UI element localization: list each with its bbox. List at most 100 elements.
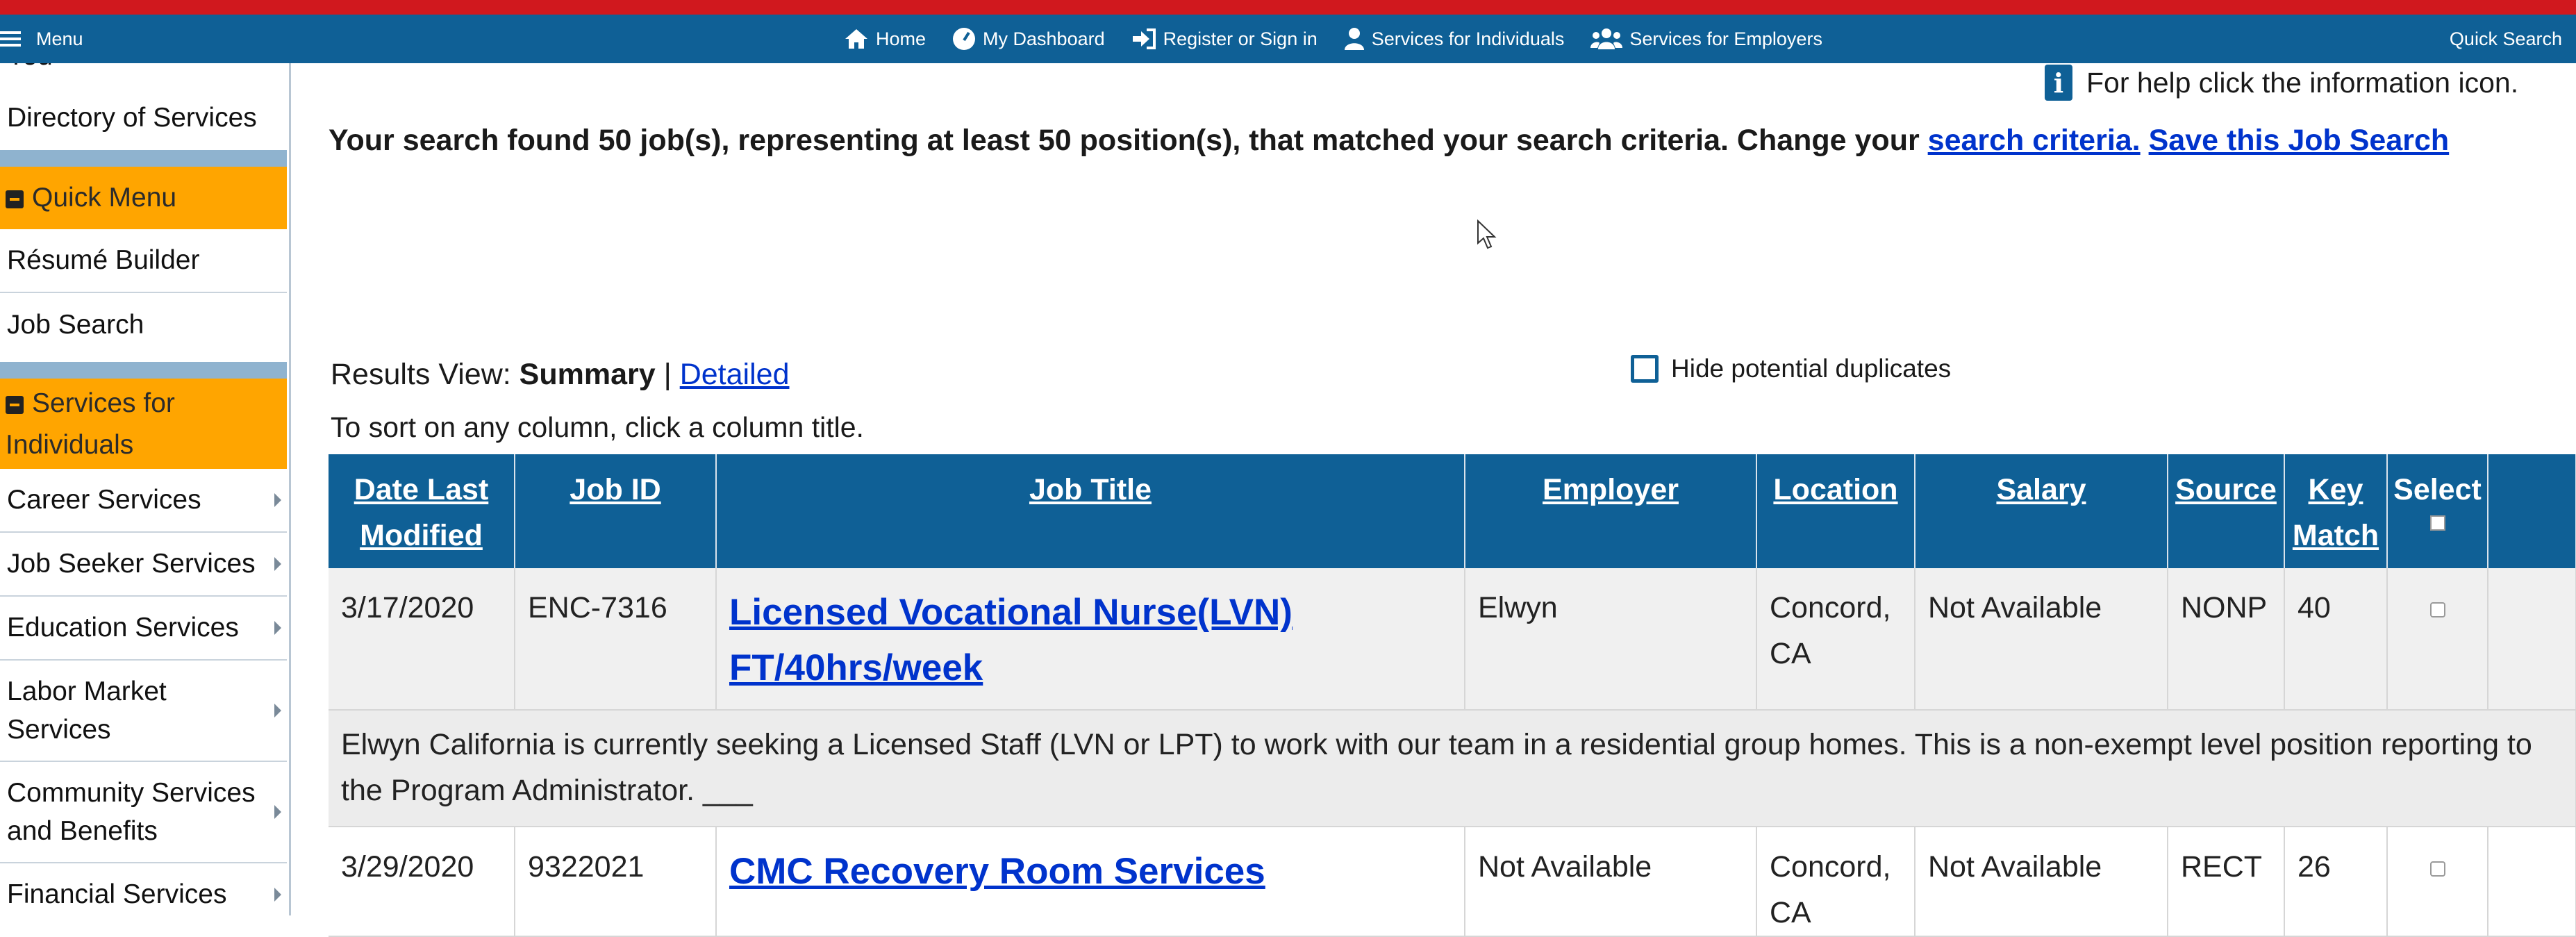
nav-employers-label: Services for Employers [1629, 28, 1822, 49]
job-title-link[interactable]: CMC Recovery Room Services [729, 851, 1265, 892]
top-alert-strip [0, 0, 2576, 15]
search-summary-text: Your search found 50 job(s), representin… [329, 124, 1920, 157]
results-view-toggle: Results View: Summary | Detailed [331, 358, 789, 392]
services-title: Services for Individuals [6, 388, 175, 460]
sign-in-icon [1132, 28, 1156, 49]
cell-date: 3/17/2020 [329, 568, 515, 711]
quick-menu-title: Quick Menu [32, 183, 177, 213]
col-select-header: Select [2387, 454, 2488, 568]
sort-date-link[interactable]: Date Last Modified [354, 473, 489, 552]
results-view-detailed-link[interactable]: Detailed [680, 358, 790, 391]
col-salary-header[interactable]: Salary [1915, 454, 2168, 568]
cell-location: Concord, CA [1756, 827, 1916, 937]
sort-salary-link[interactable]: Salary [1996, 473, 2086, 506]
cell-source: NONP [2168, 568, 2285, 711]
nav-links: Home My Dashboard Register or Sign in Se… [844, 15, 1822, 63]
save-job-search-link[interactable]: Save this Job Search [2149, 124, 2450, 157]
sidebar-divider [0, 150, 287, 167]
sidebar-item-resume-builder[interactable]: Résumé Builder [0, 229, 287, 293]
sidebar-item-directory[interactable]: Directory of Services [0, 91, 287, 145]
sidebar-item-education-services[interactable]: Education Services [0, 597, 287, 661]
hamburger-icon [0, 31, 21, 47]
info-icon[interactable]: i [2045, 65, 2072, 101]
cell-extra [2488, 827, 2576, 937]
sidebar-item-job-seeker-services[interactable]: Job Seeker Services [0, 533, 287, 597]
col-location-header[interactable]: Location [1756, 454, 1916, 568]
nav-sign-in-label: Register or Sign in [1163, 28, 1318, 49]
sidebar: You Directory of Services Quick Menu Rés… [0, 63, 291, 915]
sort-hint: To sort on any column, click a column ti… [331, 411, 864, 443]
hide-duplicates-checkbox[interactable] [1631, 355, 1659, 383]
help-hint: i For help click the information icon. [2045, 65, 2518, 101]
cell-date: 3/29/2020 [329, 827, 515, 937]
menu-label: Menu [36, 28, 83, 49]
col-title-header[interactable]: Job Title [716, 454, 1465, 568]
select-header-label: Select [2393, 473, 2482, 506]
sidebar-item-job-search[interactable]: Job Search [0, 293, 287, 357]
nav-home[interactable]: Home [844, 28, 926, 50]
menu-button[interactable]: Menu [0, 15, 83, 63]
table-row: 3/17/2020 ENC-7316 Licensed Vocational N… [329, 568, 2576, 711]
sidebar-item-labor-market-services[interactable]: Labor Market Services [0, 661, 287, 762]
sort-source-link[interactable]: Source [2175, 473, 2277, 506]
results-view-label: Results View: [331, 358, 511, 391]
row-select-checkbox[interactable] [2429, 861, 2445, 877]
hide-duplicates-label: Hide potential duplicates [1671, 354, 1952, 383]
col-key-match-header[interactable]: Key Match [2284, 454, 2388, 568]
table-row: 3/29/2020 9322021 CMC Recovery Room Serv… [329, 827, 2576, 937]
select-all-checkbox[interactable] [2429, 515, 2445, 531]
nav-home-label: Home [876, 28, 926, 49]
col-employer-header[interactable]: Employer [1465, 454, 1757, 568]
results-view-separator: | [663, 358, 672, 391]
chevron-right-icon [274, 888, 281, 902]
quick-search-link[interactable]: Quick Search [2450, 15, 2562, 63]
col-date-header[interactable]: Date Last Modified [329, 454, 515, 568]
nav-individuals-label: Services for Individuals [1371, 28, 1565, 49]
collapse-icon [6, 395, 24, 414]
sidebar-item-partial[interactable]: You [0, 63, 287, 78]
nav-sign-in[interactable]: Register or Sign in [1131, 28, 1318, 50]
chevron-right-icon [274, 557, 281, 571]
cell-select [2387, 827, 2488, 937]
sort-key-match-link[interactable]: Key Match [2293, 473, 2379, 552]
quick-menu-header[interactable]: Quick Menu [0, 167, 287, 229]
sidebar-item-label: You [7, 63, 53, 72]
user-icon [1344, 28, 1364, 50]
cell-salary: Not Available [1915, 568, 2168, 711]
hide-duplicates-option[interactable]: Hide potential duplicates [1631, 354, 1951, 383]
job-title-link[interactable]: Licensed Vocational Nurse(LVN) FT/40hrs/… [729, 592, 1293, 688]
table-row-description: Elwyn California is currently seeking a … [329, 710, 2576, 827]
cell-job-id: 9322021 [515, 827, 717, 937]
cell-key-match: 40 [2284, 568, 2388, 711]
row-select-checkbox[interactable] [2429, 602, 2445, 617]
help-text: For help click the information icon. [2086, 66, 2519, 99]
cell-employer: Elwyn [1465, 568, 1757, 711]
col-job-id-header[interactable]: Job ID [515, 454, 717, 568]
cell-source: RECT [2168, 827, 2285, 937]
sort-employer-link[interactable]: Employer [1543, 473, 1679, 506]
nav-individuals[interactable]: Services for Individuals [1344, 27, 1565, 51]
col-extra-header [2488, 454, 2576, 568]
search-summary: Your search found 50 job(s), representin… [329, 124, 2449, 158]
col-source-header[interactable]: Source [2168, 454, 2285, 568]
sidebar-item-label: Community Services and Benefits [7, 778, 256, 846]
cell-location: Concord, CA [1756, 568, 1916, 711]
sidebar-item-label: Directory of Services [7, 103, 257, 133]
collapse-icon [6, 190, 24, 208]
sidebar-item-label: Job Search [7, 310, 144, 340]
sort-job-id-link[interactable]: Job ID [570, 473, 660, 506]
nav-employers[interactable]: Services for Employers [1590, 28, 1822, 50]
cell-salary: Not Available [1915, 827, 2168, 937]
sort-location-link[interactable]: Location [1773, 473, 1897, 506]
sidebar-item-financial-services[interactable]: Financial Services [0, 863, 287, 915]
sidebar-item-label: Job Seeker Services [7, 549, 256, 579]
sidebar-item-career-services[interactable]: Career Services [0, 469, 287, 533]
cell-extra [2488, 568, 2576, 711]
users-icon [1590, 28, 1623, 49]
mouse-cursor-icon [1477, 219, 1497, 249]
services-individuals-header[interactable]: Services for Individuals [0, 379, 287, 469]
search-criteria-link[interactable]: search criteria. [1928, 124, 2141, 157]
nav-dashboard[interactable]: My Dashboard [952, 27, 1105, 51]
sidebar-item-community-services[interactable]: Community Services and Benefits [0, 762, 287, 863]
sort-title-link[interactable]: Job Title [1029, 473, 1152, 506]
